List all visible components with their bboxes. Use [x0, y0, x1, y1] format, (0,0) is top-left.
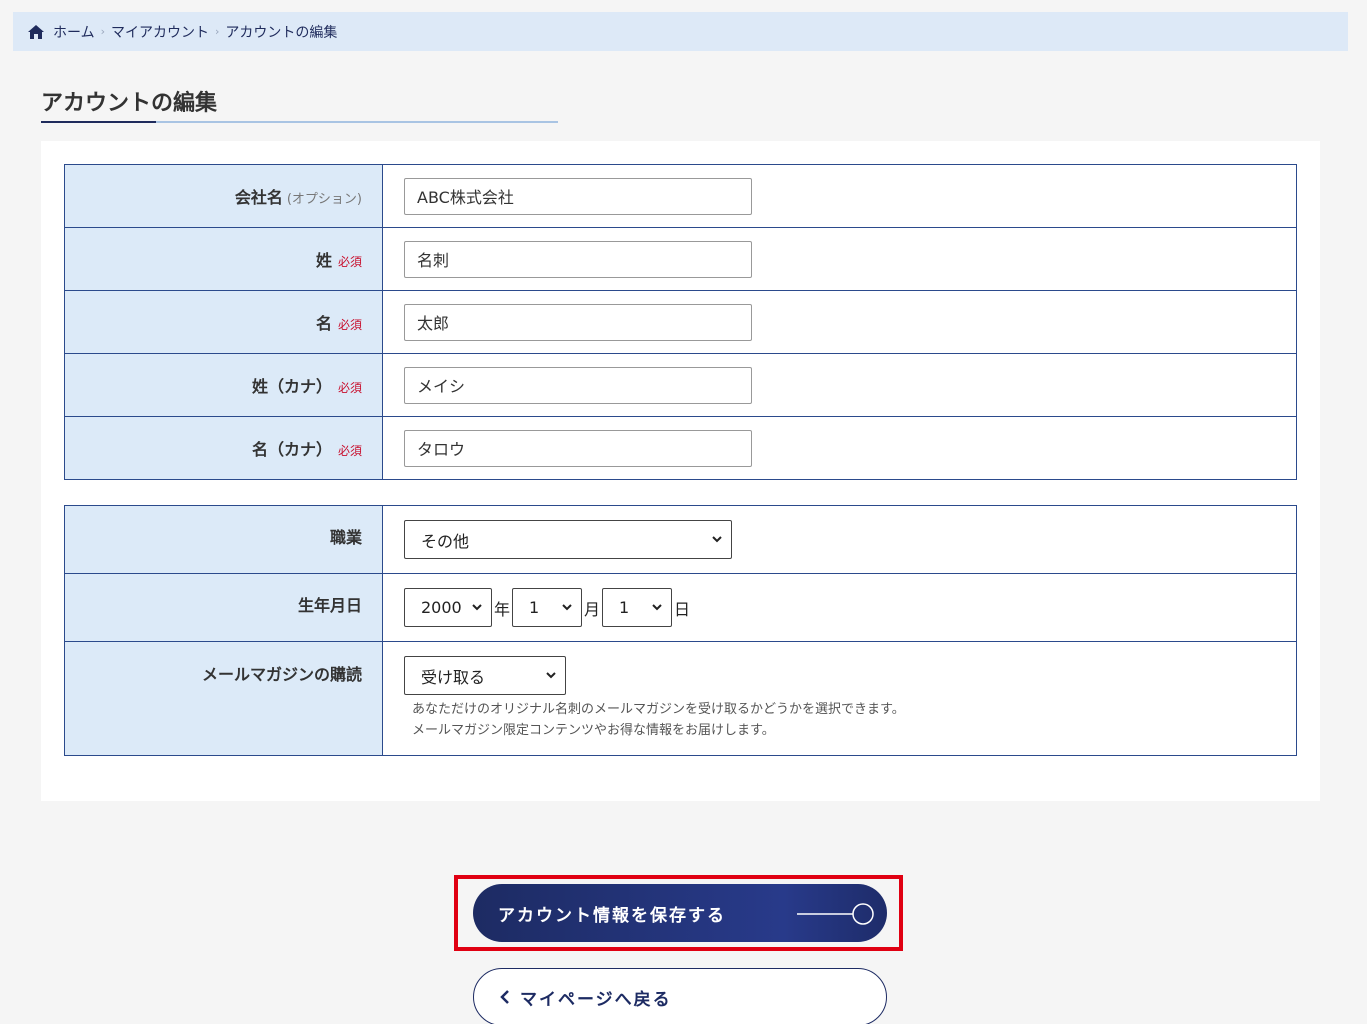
breadcrumb-separator: ›: [215, 25, 220, 38]
last-name-input[interactable]: [404, 240, 752, 278]
chevron-down-icon: [652, 604, 662, 611]
last-name-kana-label: 姓（カナ） 必須: [64, 353, 383, 417]
breadcrumb-home-link[interactable]: ホーム: [53, 22, 95, 42]
newsletter-row: メールマガジンの購読 受け取る あなただけのオリジナル名刺のメールマガジンを受け…: [64, 641, 1297, 756]
first-name-input[interactable]: [404, 303, 752, 341]
required-tag: 必須: [337, 318, 362, 332]
home-icon[interactable]: [27, 24, 45, 40]
company-label: 会社名 (オプション): [64, 164, 383, 228]
chevron-down-icon: [562, 604, 572, 611]
occupation-select[interactable]: その他: [404, 520, 732, 559]
arrow-circle-icon: [797, 903, 874, 925]
required-tag: 必須: [337, 381, 362, 395]
save-account-button[interactable]: アカウント情報を保存する: [473, 884, 887, 942]
required-tag: 必須: [337, 255, 362, 269]
profile-table: 会社名(オプション) 姓必須 名必須 姓（カナ）必須 名（カナ）必須: [64, 164, 1297, 480]
newsletter-help: あなただけのオリジナル名刺のメールマガジンを受け取るかどうかを選択できます。 メ…: [412, 699, 1296, 741]
birthday-row: 生年月日 2000 年 1 月 1 日: [64, 573, 1297, 642]
last-name-row: 姓必須: [64, 227, 1297, 291]
day-unit: 日: [674, 599, 691, 619]
first-name-kana-label: 名（カナ） 必須: [64, 416, 383, 480]
back-to-mypage-button[interactable]: マイページへ戻る: [473, 968, 887, 1024]
birth-day-select[interactable]: 1: [602, 588, 673, 627]
chevron-down-icon: [546, 672, 556, 679]
breadcrumb: ホーム › マイアカウント › アカウントの編集: [13, 12, 1348, 51]
occupation-row: 職業 その他: [64, 505, 1297, 574]
chevron-down-icon: [712, 536, 722, 543]
newsletter-label: メールマガジンの購読: [64, 641, 383, 756]
chevron-left-icon: [498, 989, 512, 1005]
birth-month-select[interactable]: 1: [512, 588, 583, 627]
breadcrumb-my-account-link[interactable]: マイアカウント: [111, 22, 209, 42]
save-button-label: アカウント情報を保存する: [498, 905, 726, 926]
company-input[interactable]: [404, 177, 752, 215]
required-tag: 必須: [337, 444, 362, 458]
breadcrumb-separator: ›: [100, 25, 105, 38]
first-name-row: 名必須: [64, 290, 1297, 354]
last-name-label: 姓必須: [64, 227, 383, 291]
chevron-down-icon: [472, 604, 482, 611]
first-name-label: 名必須: [64, 290, 383, 354]
newsletter-help-line2: メールマガジン限定コンテンツやお得な情報をお届けします。: [412, 723, 775, 738]
year-unit: 年: [494, 599, 511, 619]
company-row: 会社名 (オプション): [64, 164, 1297, 228]
birth-year-select[interactable]: 2000: [404, 588, 492, 627]
last-name-kana-input[interactable]: [404, 366, 752, 404]
last-name-kana-row: 姓（カナ） 必須: [64, 353, 1297, 417]
back-button-label: マイページへ戻る: [520, 989, 672, 1010]
first-name-kana-row: 名（カナ） 必須: [64, 416, 1297, 480]
birthday-label: 生年月日: [64, 573, 383, 642]
breadcrumb-current: アカウントの編集: [225, 24, 338, 41]
details-table: 職業 その他 生年月日 2000 年 1 月 1 日 メールマガジンの購読 受け…: [64, 505, 1297, 756]
newsletter-select[interactable]: 受け取る: [404, 656, 566, 695]
title-underline: [41, 121, 558, 123]
first-name-kana-input[interactable]: [404, 429, 752, 467]
optional-tag: (オプション): [286, 192, 362, 207]
month-unit: 月: [584, 599, 601, 619]
page-title: アカウントの編集: [41, 91, 218, 116]
newsletter-help-line1: あなただけのオリジナル名刺のメールマガジンを受け取るかどうかを選択できます。: [412, 702, 905, 717]
occupation-label: 職業: [64, 505, 383, 574]
form-card: 会社名(オプション) 姓必須 名必須 姓（カナ）必須 名（カナ）必須 職業 その…: [41, 141, 1320, 801]
